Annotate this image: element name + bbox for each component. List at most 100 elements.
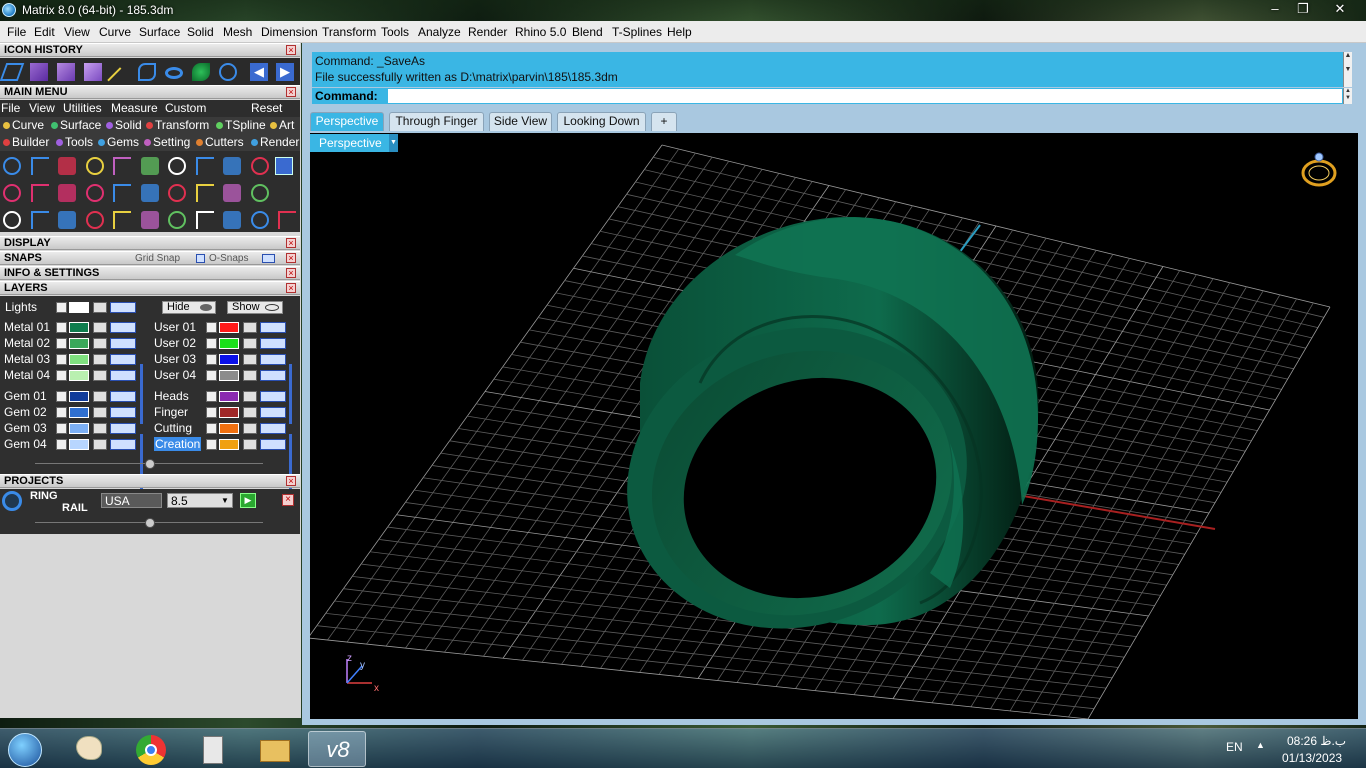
shield-tool-icon[interactable] [194, 155, 216, 177]
layer-color-swatch[interactable] [219, 423, 239, 434]
lock-icon[interactable] [93, 407, 107, 418]
circle2-tool-icon[interactable] [276, 209, 298, 231]
tab-through-finger[interactable]: Through Finger [389, 112, 484, 131]
perspective-viewport[interactable]: z y x Perspective ▼ [310, 133, 1358, 719]
main-menu-header[interactable]: MAIN MENU × [0, 85, 300, 99]
command-history-scrollbar[interactable]: ▲ ▼ [1343, 52, 1352, 87]
gauge-tool-icon[interactable] [221, 182, 243, 204]
clock-date[interactable]: 01/13/2023 [1282, 751, 1342, 765]
menu-surface[interactable]: Surface [139, 25, 180, 39]
close-icon[interactable]: × [286, 268, 296, 278]
circle-tool-icon[interactable] [1, 155, 23, 177]
circle-tool-icon[interactable] [217, 61, 239, 83]
command-input[interactable] [388, 89, 1342, 103]
grid-snap-label[interactable]: Grid Snap [135, 252, 180, 265]
lock-icon[interactable] [93, 439, 107, 450]
menu-edit[interactable]: Edit [34, 25, 55, 39]
cat-render[interactable]: Render [251, 135, 299, 149]
layer-color-swatch[interactable] [219, 439, 239, 450]
lock-icon[interactable] [243, 354, 257, 365]
osnaps-toggle[interactable] [262, 254, 275, 263]
ring-tool-icon[interactable] [221, 155, 243, 177]
cat-surface[interactable]: Surface [51, 118, 101, 132]
mm-measure[interactable]: Measure [111, 101, 158, 115]
plus-tool-icon[interactable] [1, 182, 23, 204]
layer-visibility-toggle[interactable] [260, 322, 286, 333]
box-tool-icon[interactable] [28, 61, 50, 83]
box-tool-icon[interactable] [82, 61, 104, 83]
show-button[interactable]: Show [227, 301, 283, 314]
play-icon[interactable]: ▶ [240, 493, 256, 508]
lock-icon[interactable] [93, 370, 107, 381]
layer-color-swatch[interactable] [219, 391, 239, 402]
curve-tool-icon[interactable] [29, 155, 51, 177]
layer-expand-button[interactable] [56, 338, 67, 349]
lights-expand-button[interactable] [56, 302, 67, 313]
matrix-taskbar-icon[interactable]: v8 [308, 731, 366, 767]
lights-swatch[interactable] [69, 302, 89, 313]
paint-app-icon[interactable] [64, 731, 114, 767]
lock-icon[interactable] [243, 338, 257, 349]
layer-visibility-toggle[interactable] [260, 423, 286, 434]
line-tool-icon[interactable] [107, 61, 133, 93]
close-icon[interactable]: × [286, 283, 296, 293]
layer-expand-button[interactable] [56, 407, 67, 418]
layer-visibility-toggle[interactable] [260, 354, 286, 365]
menu-tsplines[interactable]: T-Splines [612, 25, 662, 39]
layer-row[interactable]: Creation [150, 437, 296, 451]
layer-expand-button[interactable] [206, 370, 217, 381]
lock-icon[interactable] [93, 423, 107, 434]
layer-row[interactable]: Cutting [150, 421, 296, 435]
menu-file[interactable]: File [7, 25, 26, 39]
lock-icon[interactable] [93, 322, 107, 333]
clock-time[interactable]: 08:26 ب.ظ [1287, 734, 1346, 748]
lock-icon[interactable] [243, 391, 257, 402]
mm-utilities[interactable]: Utilities [63, 101, 102, 115]
layer-expand-button[interactable] [56, 423, 67, 434]
layer-visibility-toggle[interactable] [110, 407, 136, 418]
close-icon[interactable]: × [286, 45, 296, 55]
cat-tools[interactable]: Tools [56, 135, 93, 149]
layer-color-swatch[interactable] [219, 370, 239, 381]
layers-collapse-icon[interactable] [145, 459, 155, 469]
layer-row[interactable]: User 02 [150, 336, 296, 350]
layer-row[interactable]: User 04 [150, 368, 296, 382]
layer-visibility-toggle[interactable] [260, 439, 286, 450]
green-curve-tool-icon[interactable] [190, 61, 212, 83]
arc-tool-icon[interactable] [111, 155, 133, 177]
close-icon[interactable]: × [282, 494, 294, 506]
rotate-tool-icon[interactable] [139, 209, 161, 231]
mm-view[interactable]: View [29, 101, 55, 115]
layer-visibility-toggle[interactable] [260, 338, 286, 349]
layer-row[interactable]: Heads [150, 389, 296, 403]
layers-header[interactable]: LAYERS × [0, 281, 300, 295]
rail-tool-icon[interactable] [163, 61, 185, 83]
minimize-button[interactable]: – [1262, 0, 1288, 18]
join-tool-icon[interactable] [111, 182, 133, 204]
layer-row[interactable]: Metal 01 [0, 320, 146, 334]
swirl-tool-icon[interactable] [249, 155, 271, 177]
close-window-button[interactable]: ✕ [1318, 0, 1362, 18]
viewport-mode-dropdown[interactable]: Perspective ▼ [310, 134, 398, 152]
tab-looking-down[interactable]: Looking Down [557, 112, 646, 131]
add-tab-button[interactable]: + [651, 112, 677, 131]
tray-expand-icon[interactable]: ▲ [1256, 740, 1265, 750]
ring-view-icon[interactable] [1301, 152, 1337, 187]
back-arrow-icon[interactable]: ◀ [248, 61, 270, 83]
cat-setting[interactable]: Setting [144, 135, 190, 149]
layer-row[interactable]: Metal 02 [0, 336, 146, 350]
layer-expand-button[interactable] [206, 338, 217, 349]
menu-view[interactable]: View [64, 25, 90, 39]
lock-icon[interactable] [243, 423, 257, 434]
cubes-tool-icon[interactable] [1, 209, 23, 231]
close-icon[interactable]: × [286, 253, 296, 263]
layer-visibility-toggle[interactable] [110, 322, 136, 333]
info-settings-header[interactable]: INFO & SETTINGS × [0, 266, 300, 280]
icon-history-header[interactable]: ICON HISTORY × [0, 43, 300, 57]
layer-expand-button[interactable] [56, 354, 67, 365]
forward-arrow-icon[interactable]: ▶ [274, 61, 296, 83]
plane-tool-icon[interactable] [139, 155, 161, 177]
layer-color-swatch[interactable] [69, 391, 89, 402]
check-tool-icon[interactable] [194, 182, 216, 204]
lock-icon[interactable] [243, 439, 257, 450]
